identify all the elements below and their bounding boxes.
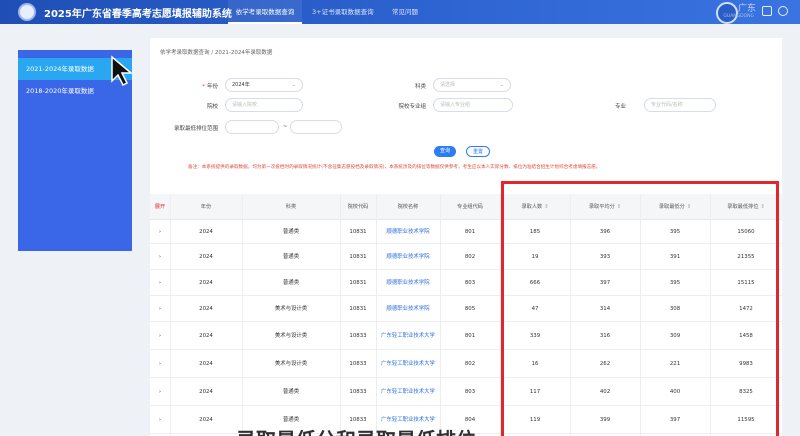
cell-year: 2024 — [199, 279, 213, 286]
tab-faq[interactable]: 常见问题 — [392, 0, 418, 24]
expand-chevron-icon[interactable]: › — [150, 406, 170, 434]
organization-name: 广东 — [737, 4, 756, 14]
highlight-box — [501, 181, 779, 436]
cell-group-code: 803 — [464, 388, 476, 395]
expand-chevron-icon[interactable]: › — [150, 270, 170, 296]
major-group-label: 院校专业组 — [398, 104, 426, 110]
cell-year: 2024 — [199, 253, 213, 260]
cell-school-name[interactable]: 广东轻工职业技术大学 — [376, 378, 440, 406]
cell-category: 美术与设计类 — [274, 332, 308, 339]
cell-group-code: 803 — [464, 279, 476, 286]
cell-school-name[interactable]: 顺德职业技术学院 — [376, 220, 440, 244]
cell-year: 2024 — [199, 332, 213, 339]
cell-school-name[interactable]: 顺德职业技术学院 — [376, 244, 440, 270]
cell-school-code: 10833 — [349, 332, 367, 339]
cell-category: 美术与设计类 — [274, 305, 308, 312]
column-header-group-code: 专业组代码 — [457, 204, 483, 210]
search-button[interactable]: 查询 — [434, 146, 457, 157]
cell-school-code: 10833 — [349, 388, 367, 395]
notice-text: 备注：本系统提供的录取数据，均为第一次投档时的录取情况统计(不含征集志愿投档及录… — [188, 165, 601, 170]
cell-school-code: 10833 — [349, 360, 367, 367]
cell-group-code: 801 — [464, 332, 476, 339]
range-separator: ~ — [282, 124, 288, 130]
cell-category: 普通类 — [282, 253, 300, 260]
cell-category: 普通类 — [282, 228, 300, 235]
cell-school-code: 10831 — [349, 253, 367, 260]
column-header-expand: 展开 — [154, 204, 166, 210]
expand-chevron-icon[interactable]: › — [150, 322, 170, 350]
year-label: * 年份 — [202, 84, 218, 90]
cell-year: 2024 — [199, 360, 213, 367]
school-input[interactable]: 请输入院校 — [225, 98, 303, 112]
reset-button[interactable]: 重置 — [466, 146, 491, 157]
cell-group-code: 802 — [464, 360, 476, 367]
mouse-cursor-icon — [111, 55, 134, 87]
cell-school-code: 10831 — [349, 279, 367, 286]
expand-chevron-icon[interactable]: › — [150, 350, 170, 378]
home-icon[interactable] — [778, 6, 788, 16]
tab-certificate-query[interactable]: 3+证书录取数据查询 — [312, 0, 374, 24]
organization-subtitle: GUANGDONG — [723, 14, 754, 19]
expand-chevron-icon[interactable]: › — [150, 378, 170, 406]
expand-chevron-icon[interactable]: › — [150, 220, 170, 244]
cell-school-code: 10831 — [349, 305, 367, 312]
expand-chevron-icon[interactable]: › — [150, 296, 170, 322]
top-navigation-bar: 2025年广东省春季高考志愿填报辅助系统 依学考录取数据查询 3+证书录取数据查… — [0, 0, 800, 24]
cell-year: 2024 — [199, 416, 213, 423]
chevron-down-icon: ⌄ — [291, 82, 296, 88]
column-header-school-code: 院校代码 — [347, 204, 369, 210]
chevron-down-icon: ⌄ — [499, 82, 504, 88]
category-select[interactable]: 请选择 ⌄ — [433, 78, 511, 92]
cell-year: 2024 — [199, 305, 213, 312]
school-label: 院校 — [206, 104, 218, 110]
screen-icon[interactable] — [762, 6, 772, 16]
column-header-year: 年份 — [200, 204, 212, 210]
major-label: 专业 — [614, 104, 626, 110]
cell-group-code: 805 — [464, 305, 476, 312]
cell-school-name[interactable]: 广东轻工职业技术大学 — [376, 350, 440, 378]
cell-school-name[interactable]: 顺德职业技术学院 — [376, 270, 440, 296]
cell-school-code: 10831 — [349, 228, 367, 235]
app-logo-icon — [18, 3, 36, 21]
major-input[interactable]: 专业代码/名称 — [644, 98, 716, 112]
cell-group-code: 801 — [464, 228, 476, 235]
column-header-school-name: 院校名称 — [397, 204, 419, 210]
app-title: 2025年广东省春季高考志愿填报辅助系统 — [44, 9, 232, 20]
rank-range-label: 录取最低排位范围 — [173, 126, 218, 132]
expand-chevron-icon[interactable]: › — [150, 244, 170, 270]
cell-category: 美术与设计类 — [274, 360, 308, 367]
column-header-category: 科类 — [285, 204, 297, 210]
organization-emblem-icon — [716, 2, 738, 24]
rank-from-input[interactable] — [225, 120, 279, 134]
video-caption: 录取最低分和录取最低排位 — [236, 424, 476, 436]
cell-year: 2024 — [199, 228, 213, 235]
cell-category: 普通类 — [282, 388, 300, 395]
cell-school-name[interactable]: 顺德职业技术学院 — [376, 296, 440, 322]
breadcrumb: 依学考录取数据查询 / 2021-2024年录取数据 — [160, 50, 273, 56]
cell-group-code: 802 — [464, 253, 476, 260]
category-label: 科类 — [414, 84, 426, 90]
cell-school-name[interactable]: 广东轻工职业技术大学 — [376, 322, 440, 350]
year-select[interactable]: 2024年 ⌄ — [225, 78, 303, 92]
cell-category: 普通类 — [282, 279, 300, 286]
tab-xuekao-query[interactable]: 依学考录取数据查询 — [228, 0, 302, 24]
rank-to-input[interactable] — [290, 120, 342, 134]
cell-year: 2024 — [199, 388, 213, 395]
major-group-input[interactable]: 请输入专业组 — [433, 98, 513, 112]
